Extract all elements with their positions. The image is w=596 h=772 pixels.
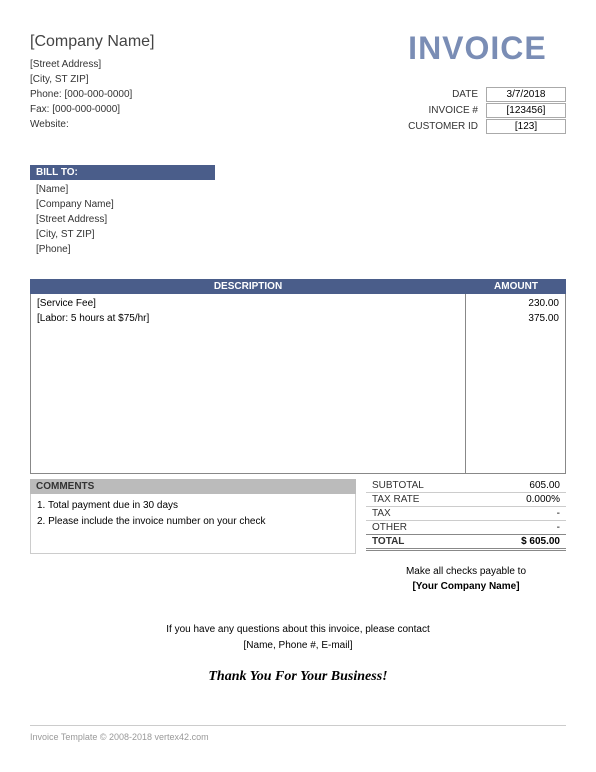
- meta-customer-id-row: CUSTOMER ID [123]: [408, 119, 566, 134]
- other-label: OTHER: [372, 522, 407, 533]
- subtotal-row: SUBTOTAL 605.00: [366, 479, 566, 493]
- payable-name: [Your Company Name]: [366, 581, 566, 592]
- subtotal-value: 605.00: [529, 480, 560, 491]
- item-description: [Labor: 5 hours at $75/hr]: [37, 311, 459, 326]
- total-value: $ 605.00: [521, 536, 560, 547]
- company-name: [Company Name]: [30, 30, 155, 54]
- contact-line1: If you have any questions about this inv…: [30, 622, 566, 638]
- meta-date-value: 3/7/2018: [486, 87, 566, 102]
- items-descriptions: [Service Fee] [Labor: 5 hours at $75/hr]: [31, 294, 465, 473]
- invoice-meta: DATE 3/7/2018 INVOICE # [123456] CUSTOME…: [408, 87, 566, 134]
- item-amount: 230.00: [472, 296, 559, 311]
- meta-invoice-num-row: INVOICE # [123456]: [408, 103, 566, 118]
- meta-invoice-num-value: [123456]: [486, 103, 566, 118]
- items-amounts: 230.00 375.00: [465, 294, 565, 473]
- contact-line2: [Name, Phone #, E-mail]: [30, 638, 566, 654]
- footer-copyright: Invoice Template © 2008-2018 vertex42.co…: [30, 725, 566, 742]
- col-description: DESCRIPTION: [30, 279, 466, 294]
- meta-date-label: DATE: [452, 89, 478, 100]
- company-street: [Street Address]: [30, 57, 155, 72]
- company-phone: Phone: [000-000-0000]: [30, 87, 155, 102]
- bill-to-section: BILL TO: [Name] [Company Name] [Street A…: [30, 165, 566, 259]
- meta-customer-id-value: [123]: [486, 119, 566, 134]
- thank-you-line: Thank You For Your Business!: [30, 669, 566, 685]
- comments-header: COMMENTS: [30, 479, 356, 494]
- tax-value: -: [557, 508, 560, 519]
- comment-line: 1. Total payment due in 30 days: [37, 498, 349, 514]
- company-fax: Fax: [000-000-0000]: [30, 102, 155, 117]
- items-table: DESCRIPTION AMOUNT [Service Fee] [Labor:…: [30, 279, 566, 474]
- company-website: Website:: [30, 117, 155, 132]
- other-value: -: [557, 522, 560, 533]
- tax-rate-label: TAX RATE: [372, 494, 419, 505]
- other-row: OTHER -: [366, 521, 566, 534]
- tax-label: TAX: [372, 508, 391, 519]
- subtotal-label: SUBTOTAL: [372, 480, 424, 491]
- meta-date-row: DATE 3/7/2018: [408, 87, 566, 102]
- bill-to-name: [Name]: [36, 182, 560, 197]
- invoice-title: INVOICE: [408, 30, 566, 67]
- payable-line: Make all checks payable to: [366, 566, 566, 577]
- totals-block: SUBTOTAL 605.00 TAX RATE 0.000% TAX - OT…: [366, 479, 566, 592]
- col-amount: AMOUNT: [466, 279, 566, 294]
- bill-to-body: [Name] [Company Name] [Street Address] […: [30, 180, 566, 259]
- comments-body: 1. Total payment due in 30 days 2. Pleas…: [30, 494, 356, 554]
- invoice-header: [Company Name] [Street Address] [City, S…: [30, 30, 566, 135]
- bill-to-company: [Company Name]: [36, 197, 560, 212]
- tax-row: TAX -: [366, 507, 566, 521]
- comments-box: COMMENTS 1. Total payment due in 30 days…: [30, 479, 356, 592]
- total-row: TOTAL $ 605.00: [366, 534, 566, 551]
- item-description: [Service Fee]: [37, 296, 459, 311]
- invoice-title-meta: INVOICE DATE 3/7/2018 INVOICE # [123456]…: [408, 30, 566, 135]
- company-citystzip: [City, ST ZIP]: [30, 72, 155, 87]
- meta-customer-id-label: CUSTOMER ID: [408, 121, 478, 132]
- bill-to-citystzip: [City, ST ZIP]: [36, 227, 560, 242]
- meta-invoice-num-label: INVOICE #: [429, 105, 478, 116]
- item-amount: 375.00: [472, 311, 559, 326]
- bill-to-header: BILL TO:: [30, 165, 215, 180]
- items-header-row: DESCRIPTION AMOUNT: [30, 279, 566, 294]
- bottom-section: COMMENTS 1. Total payment due in 30 days…: [30, 479, 566, 592]
- items-body: [Service Fee] [Labor: 5 hours at $75/hr]…: [30, 294, 566, 474]
- company-info-block: [Company Name] [Street Address] [City, S…: [30, 30, 155, 135]
- bill-to-street: [Street Address]: [36, 212, 560, 227]
- comment-line: 2. Please include the invoice number on …: [37, 514, 349, 530]
- contact-block: If you have any questions about this inv…: [30, 622, 566, 654]
- payable-block: Make all checks payable to [Your Company…: [366, 566, 566, 592]
- bill-to-phone: [Phone]: [36, 242, 560, 257]
- total-label: TOTAL: [372, 536, 404, 547]
- tax-rate-value: 0.000%: [526, 494, 560, 505]
- tax-rate-row: TAX RATE 0.000%: [366, 493, 566, 507]
